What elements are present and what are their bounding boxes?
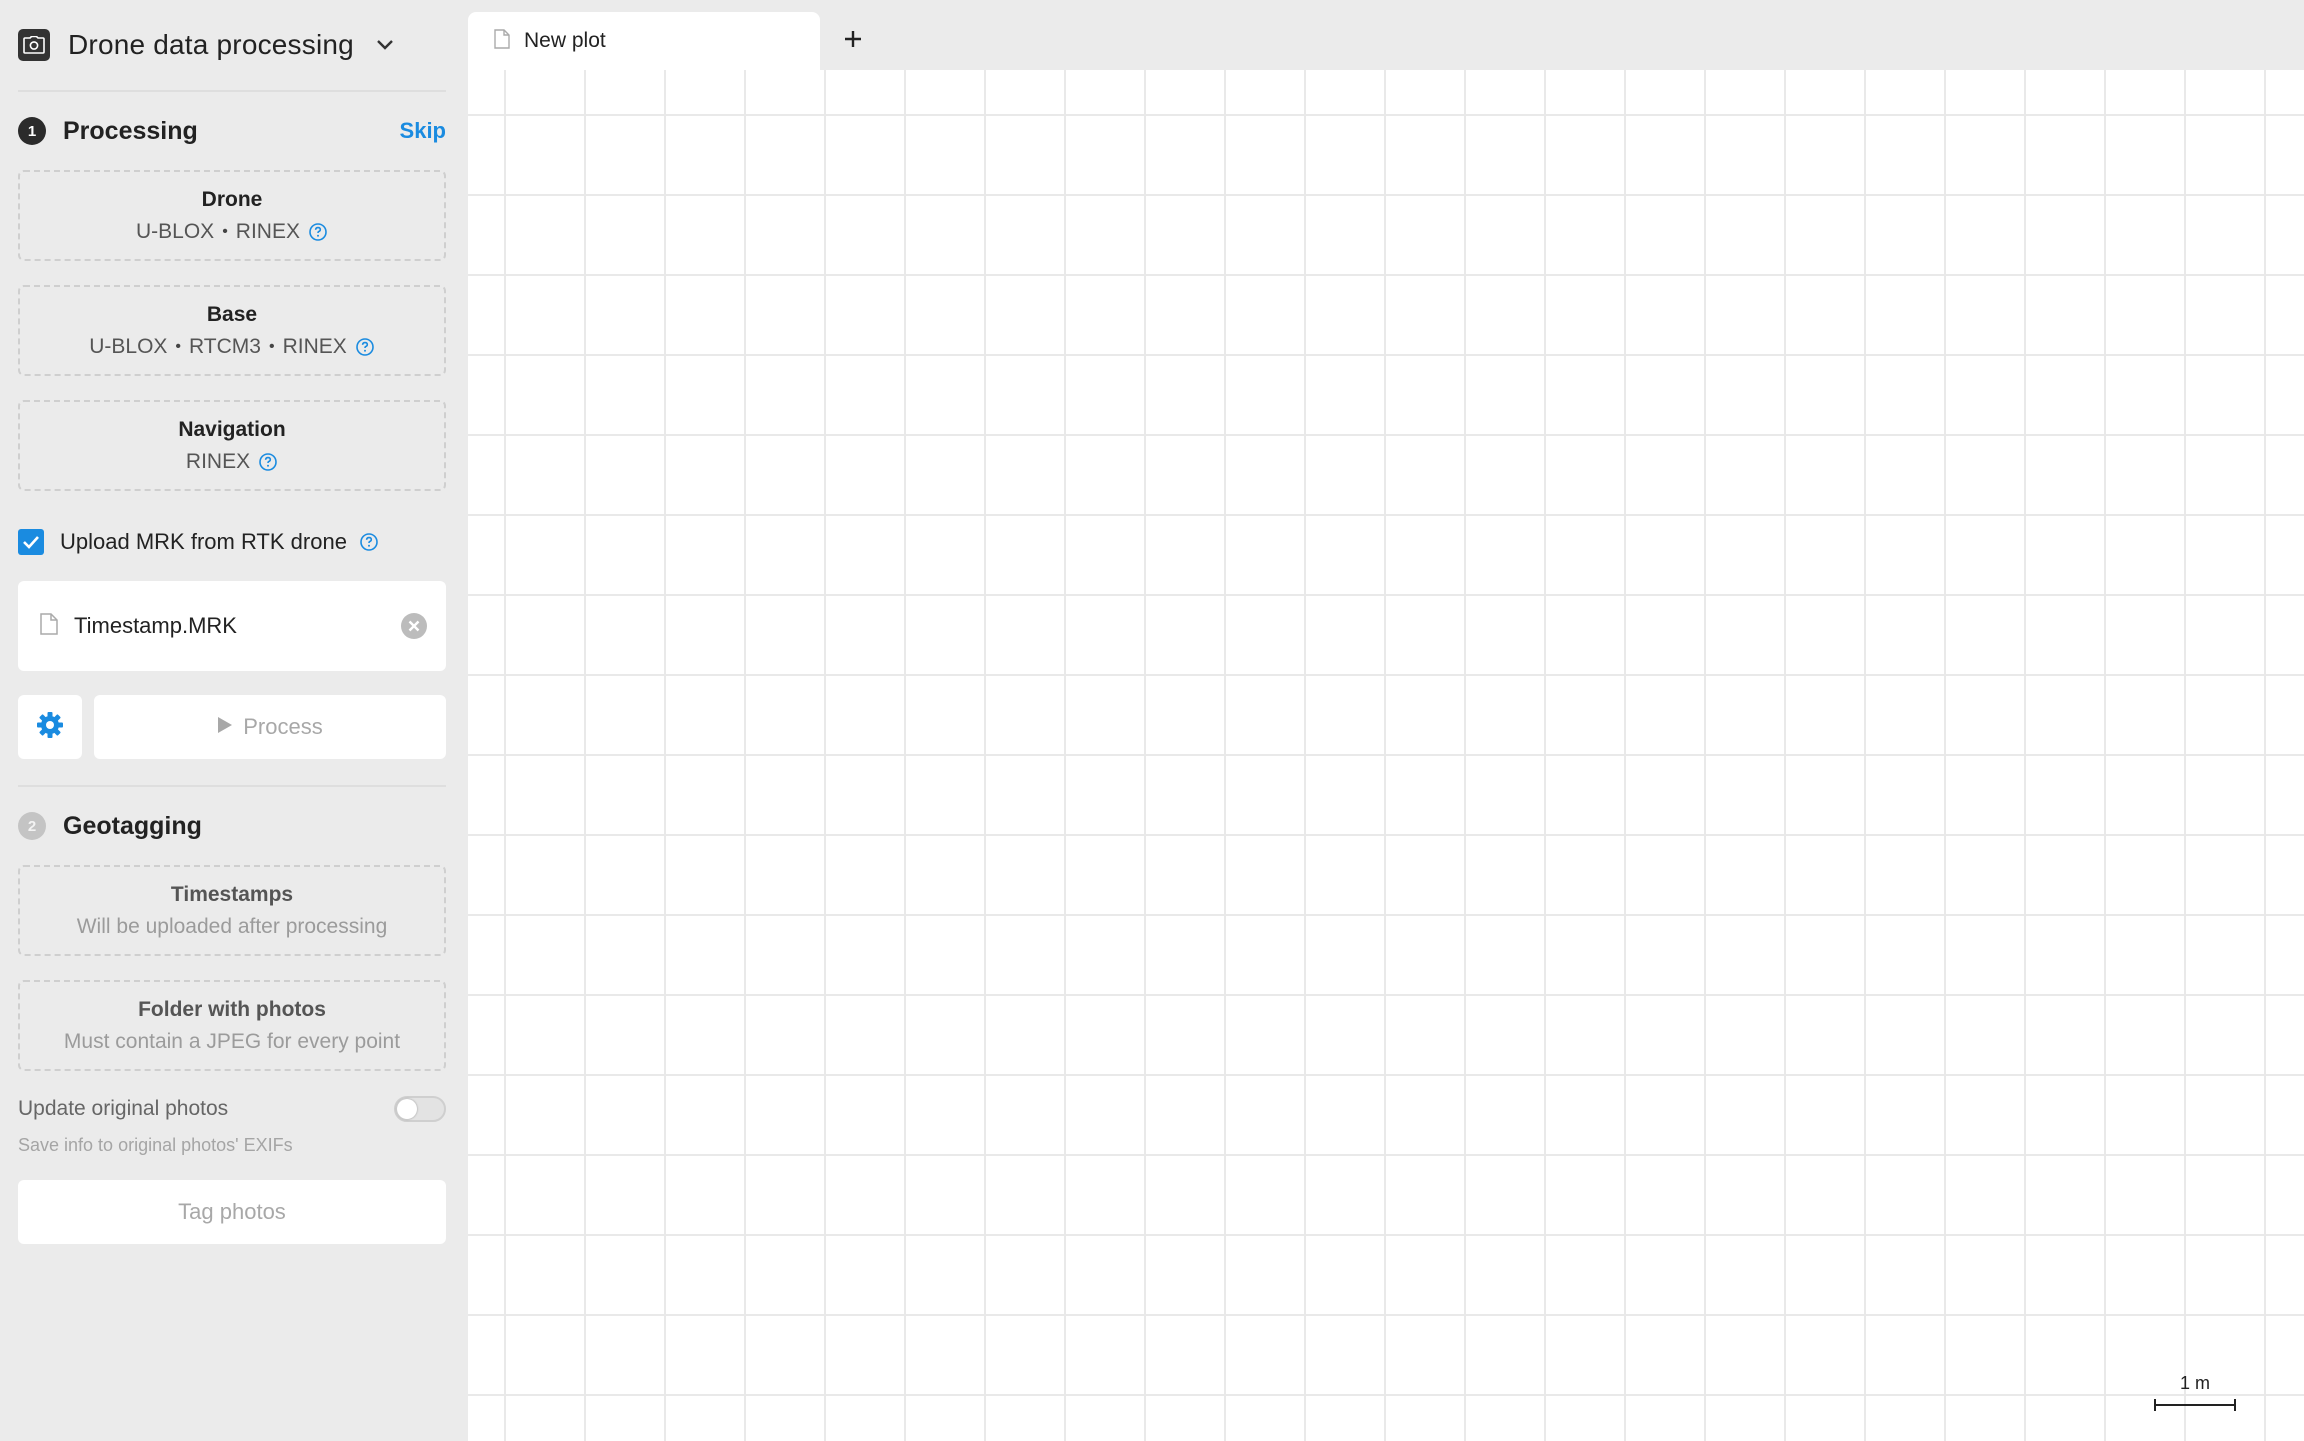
file-icon (40, 612, 58, 640)
timestamps-title: Timestamps (170, 882, 294, 906)
help-icon[interactable] (258, 452, 278, 472)
chevron-down-icon[interactable] (376, 39, 394, 51)
drone-formats: U-BLOX • RINEX (136, 220, 328, 244)
app-header[interactable]: Drone data processing (18, 0, 446, 92)
timestamps-subtitle: Will be uploaded after processing (76, 914, 388, 938)
base-formats: U-BLOX • RTCM3 • RINEX (89, 335, 375, 359)
folder-subtitle: Must contain a JPEG for every point (63, 1029, 401, 1053)
tab-new-plot[interactable]: New plot (468, 12, 820, 70)
processing-actions: Process (18, 695, 446, 759)
help-icon[interactable] (308, 222, 328, 242)
help-icon[interactable] (355, 337, 375, 357)
sidebar: Drone data processing 1 Processing Skip … (0, 0, 468, 1441)
play-icon (217, 714, 233, 740)
drone-title: Drone (201, 187, 263, 211)
navigation-upload-zone[interactable]: Navigation RINEX (18, 400, 446, 491)
canvas-grid (468, 70, 2304, 1441)
help-icon[interactable] (359, 532, 379, 552)
format-label: RINEX (282, 334, 347, 358)
app-title: Drone data processing (68, 29, 354, 60)
update-photos-hint: Save info to original photos' EXIFs (18, 1135, 293, 1155)
tag-photos-button[interactable]: Tag photos (18, 1180, 446, 1244)
gear-icon (36, 711, 64, 744)
photos-folder-upload-zone[interactable]: Folder with photos Must contain a JPEG f… (18, 980, 446, 1071)
separator-dot: • (222, 222, 228, 240)
process-button[interactable]: Process (94, 695, 446, 759)
update-photos-option: Update original photos (18, 1091, 446, 1127)
separator-dot: • (268, 337, 275, 355)
section-title-processing: Processing (63, 116, 198, 145)
update-photos-label: Update original photos (18, 1097, 229, 1120)
camera-icon (18, 29, 50, 61)
step-number-badge: 2 (18, 812, 46, 840)
plus-icon (843, 29, 863, 54)
format-label: RINEX (235, 219, 300, 243)
format-label: RINEX (185, 449, 251, 473)
processing-section-header: 1 Processing Skip (18, 92, 446, 170)
settings-button[interactable] (18, 695, 82, 759)
step-number-badge: 1 (18, 117, 46, 145)
navigation-formats: RINEX (186, 450, 278, 474)
navigation-title: Navigation (178, 417, 286, 441)
add-tab-button[interactable] (820, 12, 886, 70)
format-label: U-BLOX (136, 219, 215, 243)
timestamps-upload-zone: Timestamps Will be uploaded after proces… (18, 865, 446, 956)
upload-mrk-checkbox[interactable] (18, 529, 44, 555)
base-upload-zone[interactable]: Base U-BLOX • RTCM3 • RINEX (18, 285, 446, 376)
drone-upload-zone[interactable]: Drone U-BLOX • RINEX (18, 170, 446, 261)
remove-file-icon[interactable] (400, 612, 428, 640)
upload-mrk-label[interactable]: Upload MRK from RTK drone (60, 529, 347, 555)
separator-dot: • (175, 337, 182, 355)
scale-bar: 1 m (2154, 1373, 2236, 1413)
base-title: Base (206, 302, 258, 326)
format-label: U-BLOX (89, 334, 168, 358)
toggle-knob (397, 1099, 417, 1119)
file-icon (494, 28, 510, 54)
process-label: Process (243, 714, 323, 739)
skip-link[interactable]: Skip (400, 118, 446, 144)
upload-mrk-option: Upload MRK from RTK drone (18, 515, 446, 569)
scale-label: 1 m (2179, 1373, 2210, 1393)
uploaded-file-card: Timestamp.MRK (18, 581, 446, 671)
tab-label: New plot (524, 29, 606, 52)
update-photos-toggle[interactable] (394, 1096, 446, 1122)
geotagging-section-header: 2 Geotagging (18, 787, 446, 865)
tab-bar: New plot (468, 0, 2304, 70)
file-name: Timestamp.MRK (74, 613, 237, 638)
scale-ruler (2154, 1399, 2236, 1411)
format-label: RTCM3 (189, 334, 261, 358)
section-title-geotagging: Geotagging (63, 811, 202, 840)
folder-title: Folder with photos (138, 997, 326, 1021)
plot-canvas[interactable]: 1 m (468, 70, 2304, 1441)
